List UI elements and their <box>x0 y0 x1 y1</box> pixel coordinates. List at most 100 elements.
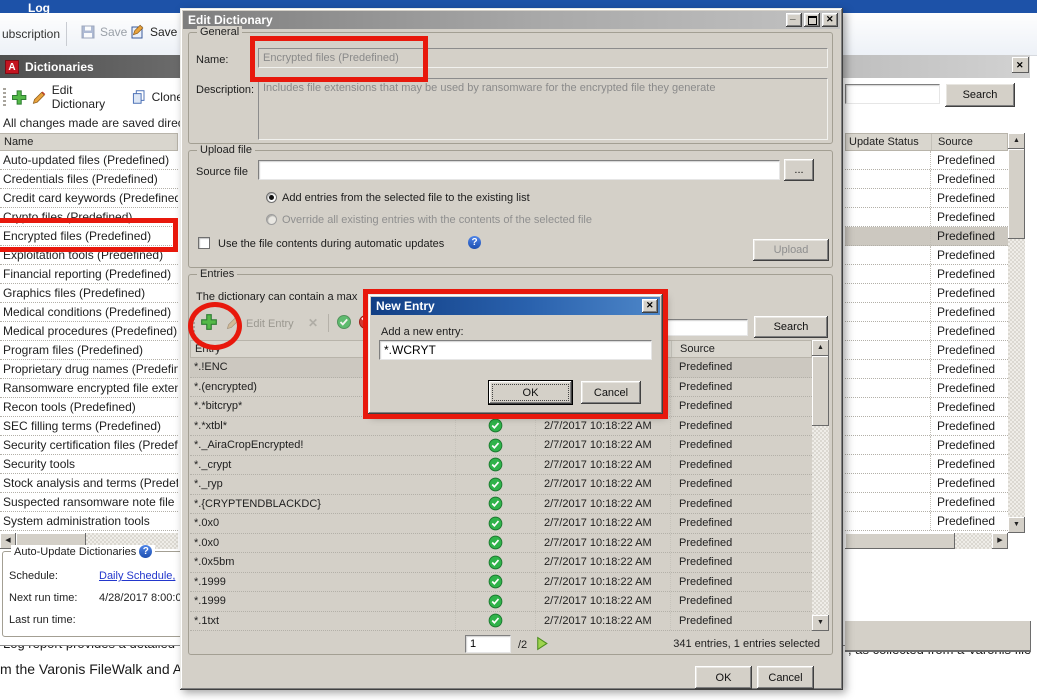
dictionary-row[interactable]: Graphics files (Predefined) <box>0 284 178 303</box>
use-file-contents-checkbox[interactable] <box>198 237 210 249</box>
scroll-thumb[interactable] <box>1008 149 1025 239</box>
dictionary-source-row[interactable]: Predefined <box>845 493 1008 512</box>
radio-add-entries-label[interactable]: Add entries from the selected file to th… <box>282 192 530 204</box>
scroll-thumb[interactable] <box>812 356 829 426</box>
dictionary-source-row[interactable]: Predefined <box>845 322 1008 341</box>
edit-dialog-ok-button[interactable]: OK <box>695 666 752 689</box>
dictionary-source-row[interactable]: Predefined <box>845 303 1008 322</box>
entry-row[interactable]: *._ryp 2/7/2017 10:18:22 AM Predefined <box>190 475 812 495</box>
entry-row[interactable]: *.0x5bm 2/7/2017 10:18:22 AM Predefined <box>190 553 812 573</box>
scroll-down-icon[interactable]: ▼ <box>812 615 829 631</box>
edit-dictionary-pencil-icon[interactable] <box>32 90 46 105</box>
dictionary-row[interactable]: System administration tools <box>0 512 178 531</box>
help-icon[interactable]: ? <box>139 545 152 558</box>
new-entry-input[interactable] <box>379 340 652 360</box>
dictionary-row[interactable]: Credentials files (Predefined) <box>0 170 178 189</box>
close-icon[interactable] <box>822 13 838 27</box>
entry-row[interactable]: *.0x0 2/7/2017 10:18:22 AM Predefined <box>190 534 812 554</box>
scroll-down-icon[interactable]: ▼ <box>1008 517 1025 533</box>
dictionary-row[interactable]: Credit card keywords (Predefined) <box>0 189 178 208</box>
edit-dialog-titlebar[interactable]: Edit Dictionary <box>183 11 840 29</box>
entry-row[interactable]: *._crypt 2/7/2017 10:18:22 AM Predefined <box>190 456 812 476</box>
dictionary-source-row[interactable]: Predefined <box>845 170 1008 189</box>
dictionary-source-row[interactable]: Predefined <box>845 474 1008 493</box>
dictionary-row[interactable]: Proprietary drug names (Predefined) <box>0 360 178 379</box>
entry-row[interactable]: *.1999 2/7/2017 10:18:22 AM Predefined <box>190 592 812 612</box>
dictionary-source-row[interactable]: Predefined <box>845 417 1008 436</box>
new-entry-ok-button[interactable]: OK <box>488 380 573 405</box>
entry-row[interactable]: *._AiraCropEncrypted! 2/7/2017 10:18:22 … <box>190 436 812 456</box>
subscription-label[interactable]: ubscription <box>2 27 60 41</box>
entries-search-button[interactable]: Search <box>754 316 828 338</box>
entry-row[interactable]: *.1999 2/7/2017 10:18:22 AM Predefined <box>190 573 812 593</box>
close-icon[interactable] <box>642 299 658 313</box>
radio-add-entries[interactable] <box>266 192 277 203</box>
panel-close-icon[interactable] <box>1012 57 1029 73</box>
entry-source-column-header[interactable]: Source <box>671 341 811 357</box>
dictionary-row[interactable]: Auto-updated files (Predefined) <box>0 151 178 170</box>
dictionary-source-row[interactable]: Predefined <box>845 265 1008 284</box>
dictionary-table-hscrollbar[interactable]: ▶ <box>845 533 1008 549</box>
save-button[interactable]: Save <box>80 24 127 40</box>
dictionary-row[interactable]: Ransomware encrypted file extensions <box>0 379 178 398</box>
dictionary-search-button[interactable]: Search <box>945 83 1015 107</box>
dictionary-row[interactable]: Security tools <box>0 455 178 474</box>
dictionary-source-row[interactable]: Predefined <box>845 455 1008 474</box>
dictionary-row[interactable]: Financial reporting (Predefined) <box>0 265 178 284</box>
next-page-icon[interactable] <box>534 636 549 651</box>
dictionary-source-row[interactable]: Predefined <box>845 341 1008 360</box>
clone-button[interactable]: Clone <box>152 90 183 104</box>
browse-button[interactable]: ... <box>784 159 814 181</box>
dictionary-row[interactable]: Recon tools (Predefined) <box>0 398 178 417</box>
dictionary-row[interactable]: Suspected ransomware note file names <box>0 493 178 512</box>
page-number-input[interactable] <box>465 635 511 653</box>
update-status-column-header[interactable]: Update Status <box>846 134 931 150</box>
delete-entry-icon[interactable]: ✕ <box>308 316 318 330</box>
new-entry-titlebar[interactable]: New Entry <box>371 297 660 315</box>
upload-button[interactable]: Upload <box>753 239 829 261</box>
edit-entry-button[interactable]: Edit Entry <box>246 318 294 330</box>
maximize-icon[interactable] <box>804 13 820 27</box>
edit-entry-pencil-icon[interactable] <box>226 315 241 330</box>
dictionary-source-row[interactable]: Predefined <box>845 284 1008 303</box>
entries-vscrollbar[interactable]: ▲ ▼ <box>812 340 829 631</box>
source-file-input[interactable] <box>258 160 780 180</box>
dictionary-row[interactable]: Security certification files (Predefined… <box>0 436 178 455</box>
edit-dialog-cancel-button[interactable]: Cancel <box>757 666 814 689</box>
dictionary-source-row[interactable]: Predefined <box>845 151 1008 170</box>
use-file-contents-label[interactable]: Use the file contents during automatic u… <box>218 238 444 250</box>
scroll-up-icon[interactable]: ▲ <box>1008 133 1025 149</box>
dictionary-source-row[interactable]: Predefined <box>845 360 1008 379</box>
dictionary-row[interactable]: Exploitation tools (Predefined) <box>0 246 178 265</box>
dictionary-source-row[interactable]: Predefined <box>845 379 1008 398</box>
help-icon[interactable]: ? <box>468 236 481 249</box>
dictionary-row[interactable]: Crypto files (Predefined) <box>0 208 178 227</box>
entry-row[interactable]: *.*xtbl* 2/7/2017 10:18:22 AM Predefined <box>190 417 812 437</box>
dictionary-source-row[interactable]: Predefined <box>845 436 1008 455</box>
schedule-link[interactable]: Daily Schedule, <box>99 570 175 582</box>
dictionary-row[interactable]: SEC filling terms (Predefined) <box>0 417 178 436</box>
dictionary-source-row[interactable]: Predefined <box>845 512 1008 531</box>
dictionary-source-row[interactable]: Predefined <box>845 398 1008 417</box>
dictionary-row[interactable]: Encrypted files (Predefined) <box>0 227 178 246</box>
dictionary-search-input[interactable] <box>845 84 940 104</box>
add-dictionary-icon[interactable] <box>11 89 27 106</box>
entry-row[interactable]: *.{CRYPTENDBLACKDC} 2/7/2017 10:18:22 AM… <box>190 495 812 515</box>
dictionary-row[interactable]: Medical procedures (Predefined) <box>0 322 178 341</box>
dictionary-source-row[interactable]: Predefined <box>845 246 1008 265</box>
dictionary-row[interactable]: Program files (Predefined) <box>0 341 178 360</box>
add-entry-icon[interactable] <box>200 313 218 331</box>
dictionary-row[interactable]: Medical conditions (Predefined) <box>0 303 178 322</box>
new-entry-cancel-button[interactable]: Cancel <box>581 381 641 404</box>
scroll-thumb[interactable] <box>845 533 955 549</box>
entry-row[interactable]: *.0x0 2/7/2017 10:18:22 AM Predefined <box>190 514 812 534</box>
radio-override[interactable] <box>266 214 277 225</box>
dictionary-row[interactable]: Stock analysis and terms (Predefined) <box>0 474 178 493</box>
approve-entry-icon[interactable] <box>336 314 352 330</box>
clone-icon[interactable] <box>131 89 146 105</box>
edit-dictionary-button[interactable]: Edit Dictionary <box>52 83 127 111</box>
dictionary-source-row[interactable]: Predefined <box>845 208 1008 227</box>
dictionary-source-row[interactable]: Predefined <box>845 189 1008 208</box>
name-column-header[interactable]: Name <box>0 133 178 151</box>
save-edit-button[interactable]: Save <box>130 24 177 40</box>
